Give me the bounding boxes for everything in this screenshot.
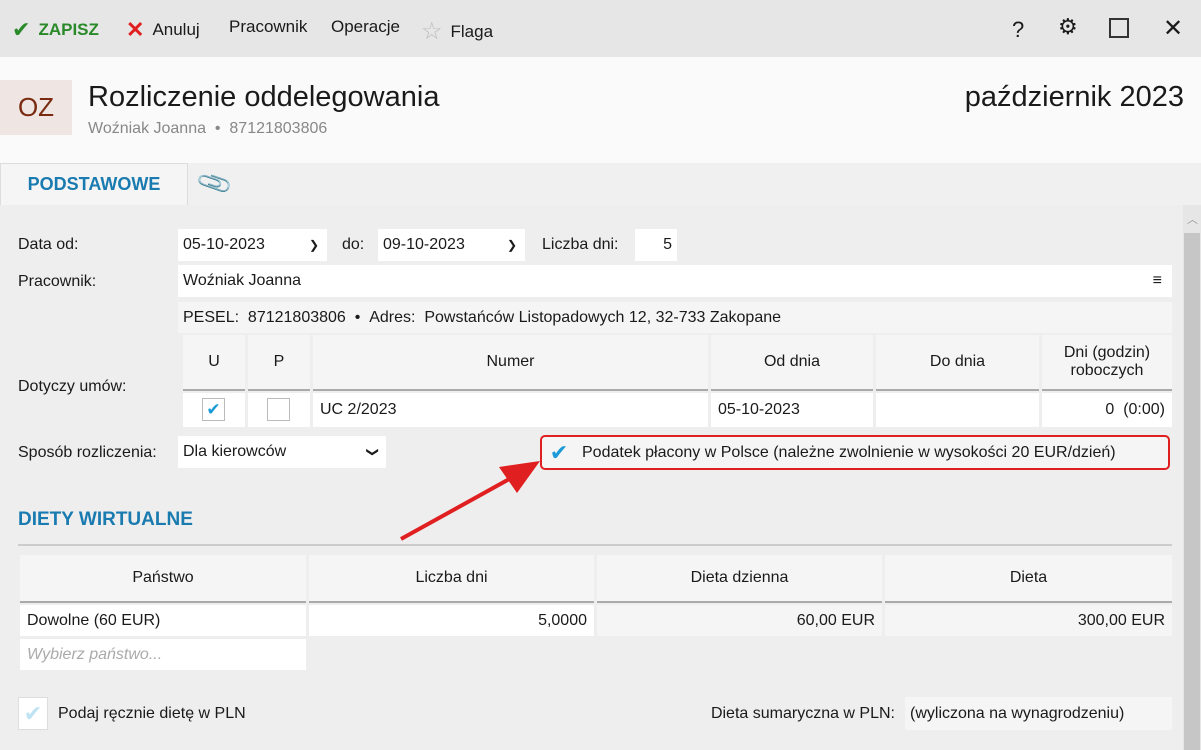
maximize-icon[interactable] [1109, 18, 1129, 38]
gear-icon[interactable]: ⚙ [1058, 14, 1078, 40]
toolbar: ✔ ZAPISZ ✕ Anuluj Pracownik Operacje ☆ Flag… [0, 0, 1201, 57]
contract-number: UC 2/2023 [313, 393, 708, 427]
arrow-head [499, 461, 540, 493]
employee-menu[interactable]: Pracownik [229, 17, 307, 37]
contract-from: 05-10-2023 [711, 393, 873, 427]
header: OZ Rozliczenie oddelegowania Woźniak Joa… [0, 57, 1201, 163]
col-p: P [248, 335, 310, 391]
scrollbar[interactable]: ︿ [1183, 205, 1201, 750]
diets-heading: DIETY WIRTUALNE [18, 509, 193, 530]
subtitle: Woźniak Joanna • 87121803806 [88, 120, 328, 137]
arrow-shaft [400, 475, 514, 541]
manual-diet-label: Podaj ręcznie dietę w PLN [58, 705, 246, 722]
contract-u-checkbox[interactable]: ✔ [202, 398, 225, 421]
sum-label: Dieta sumaryczna w PLN: [710, 705, 895, 722]
col-country: Państwo [20, 555, 306, 603]
close-window-icon[interactable]: ✕ [1163, 14, 1183, 43]
close-icon: ✕ [126, 17, 145, 42]
col-days: Dni (godzin) roboczych [1042, 335, 1172, 391]
highlight-arrow [400, 461, 540, 541]
date-from-select[interactable]: 05-10-2023 ❯ [178, 229, 327, 261]
sum-value: (wyliczona na wynagrodzeniu) [905, 697, 1172, 730]
check-icon: ✔ [12, 17, 31, 42]
diet-days-input[interactable]: 5,0000 [309, 605, 594, 636]
save-button[interactable]: ✔ ZAPISZ [12, 17, 99, 43]
attachment-icon[interactable]: 📎 [195, 163, 235, 203]
tab-bar: PODSTAWOWE 📎 [0, 163, 1201, 205]
employee-details: PESEL: 87121803806 • Adres: Powstańców L… [178, 302, 1172, 333]
col-days: Liczba dni [309, 555, 594, 603]
operations-menu[interactable]: Operacje [331, 17, 400, 37]
days-input[interactable]: 5 [635, 229, 677, 261]
chevron-down-icon: ❯ [365, 446, 380, 458]
star-icon: ☆ [421, 18, 443, 45]
col-number: Numer [313, 335, 708, 391]
col-total: Dieta [885, 555, 1172, 603]
date-to-label: do: [342, 236, 365, 253]
manual-diet-checkbox[interactable]: ✔ [18, 697, 48, 730]
contract-p-cell [248, 393, 310, 427]
days-label: Liczba dni: [542, 236, 619, 253]
scroll-up-icon[interactable]: ︿ [1187, 211, 1198, 227]
check-icon[interactable]: ✔ [542, 440, 576, 466]
chevron-down-icon: ❯ [506, 238, 517, 252]
date-from-label: Data od: [18, 236, 79, 253]
method-label: Sposób rozliczenia: [18, 444, 157, 461]
diet-country[interactable]: Dowolne (60 EUR) [20, 605, 306, 636]
employee-field[interactable]: Woźniak Joanna ≡ [178, 265, 1172, 297]
document-badge: OZ [0, 80, 72, 135]
col-daily: Dieta dzienna [597, 555, 882, 603]
contract-p-checkbox[interactable] [267, 398, 290, 421]
col-u: U [183, 335, 245, 391]
help-icon[interactable]: ? [1012, 17, 1024, 43]
contracts-label: Dotyczy umów: [18, 378, 127, 395]
date-to-select[interactable]: 09-10-2023 ❯ [378, 229, 525, 261]
contract-days: 0 (0:00) [1042, 393, 1172, 427]
page-title: Rozliczenie oddelegowania [88, 81, 440, 113]
chevron-down-icon: ❯ [308, 238, 319, 252]
divider [18, 544, 1172, 546]
cancel-button[interactable]: ✕ Anuluj [126, 17, 200, 43]
contract-to [876, 393, 1039, 427]
menu-icon[interactable]: ≡ [1153, 272, 1162, 290]
diet-daily: 60,00 EUR [597, 605, 882, 636]
method-select[interactable]: Dla kierowców ❯ [178, 436, 386, 468]
employee-label: Pracownik: [18, 273, 97, 290]
col-from: Od dnia [711, 335, 873, 391]
contract-u-cell: ✔ [183, 393, 245, 427]
tab-basic[interactable]: PODSTAWOWE [0, 163, 188, 205]
country-select-input[interactable]: Wybierz państwo... [20, 639, 306, 670]
diet-total: 300,00 EUR [885, 605, 1172, 636]
flag-button[interactable]: ☆ Flaga [421, 17, 493, 46]
col-to: Do dnia [876, 335, 1039, 391]
period: październik 2023 [964, 81, 1184, 113]
tax-checkbox-row[interactable]: ✔ Podatek płacony w Polsce (należne zwol… [540, 435, 1170, 470]
scrollbar-thumb[interactable] [1184, 233, 1200, 750]
